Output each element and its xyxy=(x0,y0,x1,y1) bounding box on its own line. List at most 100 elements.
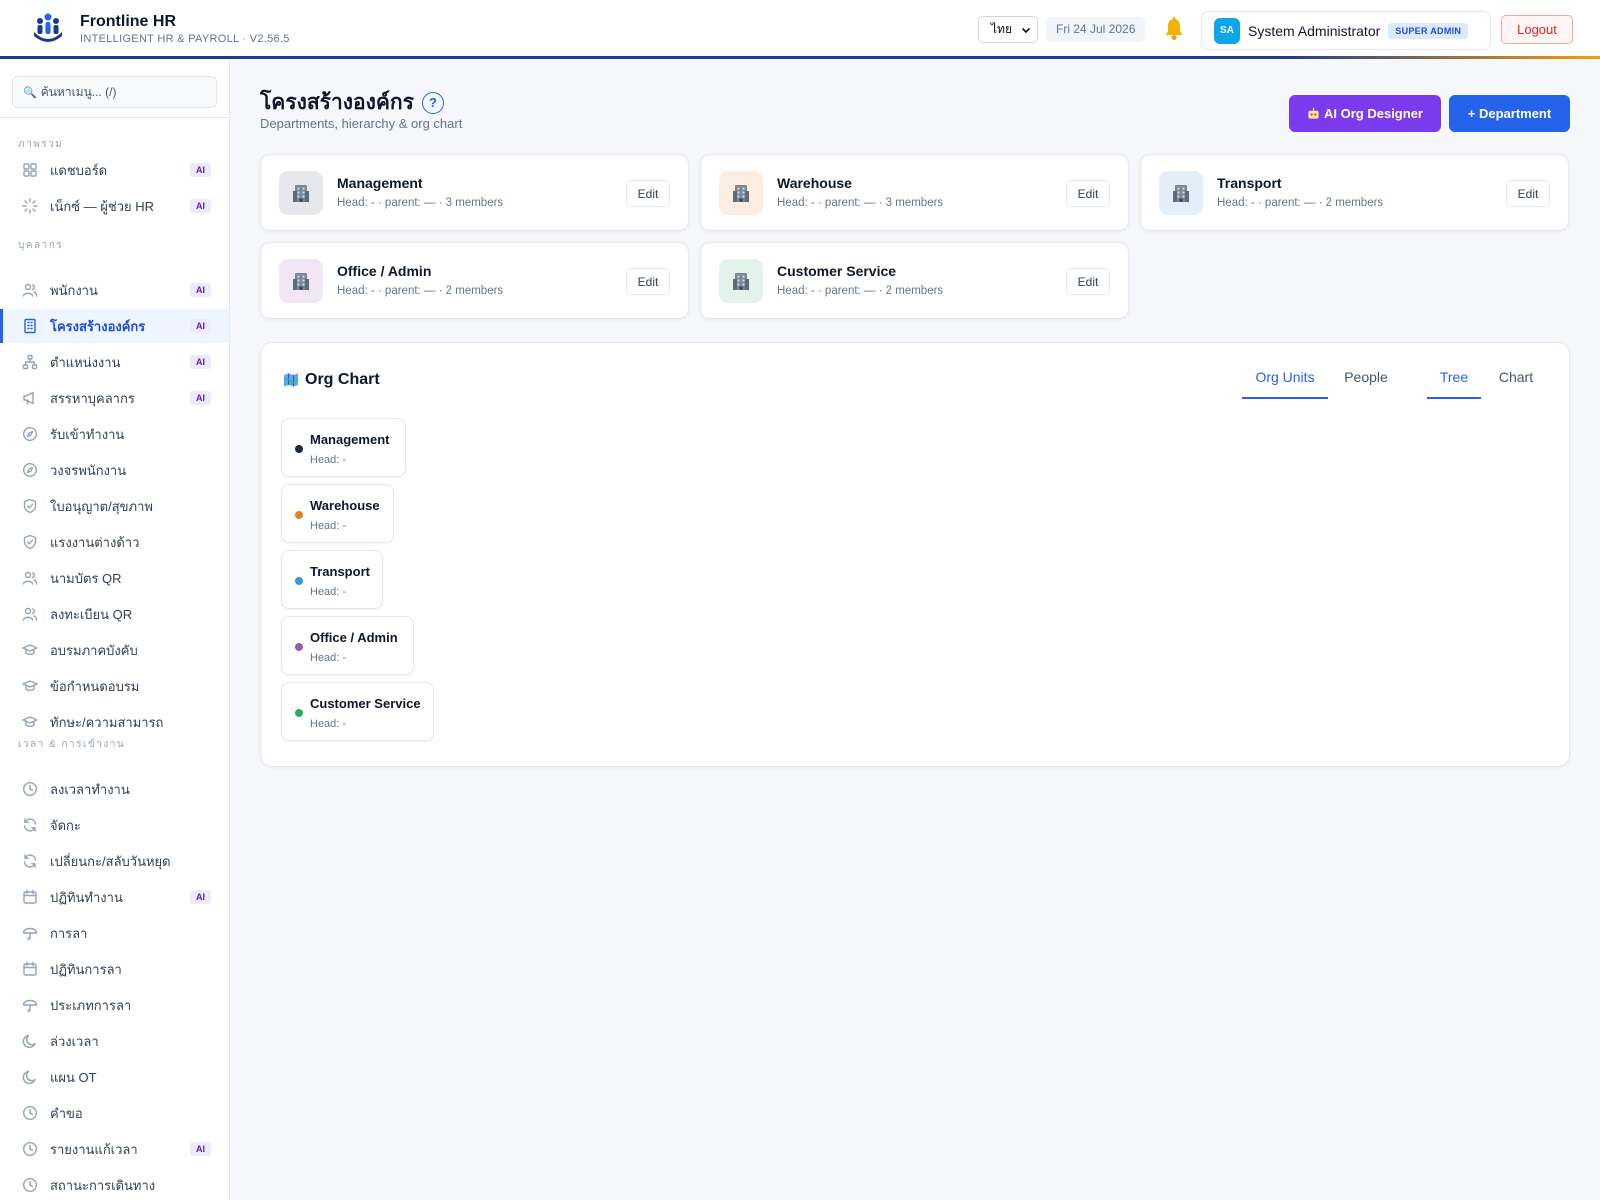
sidebar-item-label: คำขอ xyxy=(50,1105,83,1121)
user-menu[interactable]: SA System Administrator SUPER ADMIN xyxy=(1201,11,1491,50)
sidebar-item[interactable]: เน็กซ์ — ผู้ช่วย HR AI xyxy=(0,189,229,223)
tab-chart[interactable]: Chart xyxy=(1489,369,1543,399)
sidebar-item[interactable]: รับเข้าทำงาน xyxy=(0,417,229,451)
sidebar-item[interactable]: เปลี่ยนกะ/สลับวันหยุด xyxy=(0,844,229,878)
sidebar-item-label: เปลี่ยนกะ/สลับวันหยุด xyxy=(50,853,171,869)
sidebar-item[interactable]: การลา xyxy=(0,916,229,950)
sidebar-item-icon xyxy=(22,282,38,298)
sidebar-item-icon xyxy=(22,925,38,941)
bell-icon[interactable] xyxy=(1162,16,1186,42)
sidebar-item-label: วงจรพนักงาน xyxy=(50,462,127,478)
department-card[interactable]: Customer Service Head: - · parent: — · 2 … xyxy=(700,242,1129,319)
ai-org-designer-button[interactable]: AI Org Designer xyxy=(1289,95,1441,132)
edit-department-button[interactable]: Edit xyxy=(1066,180,1110,207)
sidebar-item[interactable]: รายงานแก้เวลา AI xyxy=(0,1132,229,1166)
tab-org-units[interactable]: Org Units xyxy=(1242,369,1328,399)
sidebar-item[interactable]: ลงทะเบียน QR xyxy=(0,597,229,631)
sidebar-item[interactable]: โครงสร้างองค์กร AI xyxy=(0,309,229,343)
sidebar-item-icon xyxy=(22,198,38,214)
sidebar-item[interactable]: จัดกะ xyxy=(0,808,229,842)
sidebar-item-icon xyxy=(22,853,38,869)
sidebar-item-icon xyxy=(22,961,38,977)
sidebar-item-label: รับเข้าทำงาน xyxy=(50,426,125,442)
ai-badge: AI xyxy=(190,163,211,177)
ai-badge: AI xyxy=(190,890,211,904)
sidebar-item[interactable]: ทักษะ/ความสามารถ xyxy=(0,705,229,739)
umbrella-icon xyxy=(22,927,38,940)
role-badge: SUPER ADMIN xyxy=(1388,22,1469,39)
sidebar-section-overview: ภาพรวม xyxy=(18,139,64,150)
ai-badge: AI xyxy=(190,391,211,405)
sidebar-item[interactable]: ใบอนุญาต/สุขภาพ xyxy=(0,489,229,523)
sidebar-item-icon xyxy=(22,1069,38,1085)
office-building-icon xyxy=(293,185,309,202)
edit-department-button[interactable]: Edit xyxy=(626,180,670,207)
department-card[interactable]: Warehouse Head: - · parent: — · 3 members… xyxy=(700,154,1129,231)
org-tree-node[interactable]: Transport Head: - xyxy=(281,550,383,609)
sidebar-item[interactable]: อบรมภาคบังคับ xyxy=(0,633,229,667)
sidebar-item[interactable]: ตำแหน่งงาน AI xyxy=(0,345,229,379)
sidebar-item-icon xyxy=(22,318,38,334)
sidebar-item-icon xyxy=(22,1177,38,1193)
brand[interactable]: Frontline HR INTELLIGENT HR & PAYROLL · … xyxy=(32,12,290,46)
sidebar-item[interactable]: ข้อกำหนดอบรม xyxy=(0,669,229,703)
sidebar-item[interactable]: ลงเวลาทำงาน xyxy=(0,772,229,806)
node-head: Head: - xyxy=(310,586,347,598)
sidebar-item[interactable]: พนักงาน AI xyxy=(0,273,229,307)
sidebar-item[interactable]: คำขอ xyxy=(0,1096,229,1130)
sidebar-item-icon xyxy=(22,714,38,730)
tab-people[interactable]: People xyxy=(1335,369,1397,399)
sidebar-item[interactable]: ประเภทการลา xyxy=(0,988,229,1022)
node-name: Warehouse xyxy=(310,498,380,513)
sidebar-item[interactable]: ปฏิทินการลา xyxy=(0,952,229,986)
help-icon[interactable]: ? xyxy=(421,91,444,114)
sidebar-item-icon xyxy=(22,354,38,370)
sidebar-item[interactable]: ล่วงเวลา xyxy=(0,1024,229,1058)
org-tree-node[interactable]: Customer Service Head: - xyxy=(281,682,434,741)
sidebar-item[interactable]: สรรหาบุคลากร AI xyxy=(0,381,229,415)
ai-badge: AI xyxy=(190,319,211,333)
org-chart-title-text: Org Chart xyxy=(305,371,380,388)
page-title-text: โครงสร้างองค์กร xyxy=(260,91,414,114)
sidebar-item[interactable]: ปฏิทินทำงาน AI xyxy=(0,880,229,914)
tab-tree[interactable]: Tree xyxy=(1427,369,1481,399)
menu-search-input[interactable]: 🔍 ค้นหาเมนู... (/) xyxy=(12,76,217,108)
department-card[interactable]: Office / Admin Head: - · parent: — · 2 me… xyxy=(260,242,689,319)
edit-department-button[interactable]: Edit xyxy=(626,268,670,295)
sidebar-item-icon xyxy=(22,1105,38,1121)
sidebar-item[interactable]: สถานะการเดินทาง xyxy=(0,1168,229,1200)
page-subtitle: Departments, hierarchy & org chart xyxy=(260,116,463,131)
edit-department-button[interactable]: Edit xyxy=(1066,268,1110,295)
add-department-button[interactable]: + Department xyxy=(1449,95,1570,132)
sidebar-item[interactable]: แผน OT xyxy=(0,1060,229,1094)
department-card[interactable]: Management Head: - · parent: — · 3 member… xyxy=(260,154,689,231)
sidebar-item-icon xyxy=(22,889,38,905)
department-meta: Head: - · parent: — · 3 members xyxy=(337,197,504,209)
node-color-dot xyxy=(295,445,303,453)
edit-department-button[interactable]: Edit xyxy=(1506,180,1550,207)
sidebar-item-label: พนักงาน xyxy=(50,282,98,298)
logout-button[interactable]: Logout xyxy=(1501,15,1573,44)
department-card[interactable]: Transport Head: - · parent: — · 2 members… xyxy=(1140,154,1569,231)
ai-badge: AI xyxy=(190,355,211,369)
sidebar-item[interactable]: วงจรพนักงาน xyxy=(0,453,229,487)
node-color-dot xyxy=(295,577,303,585)
sidebar-item-label: ใบอนุญาต/สุขภาพ xyxy=(50,498,153,514)
building-icon xyxy=(24,318,36,334)
sidebar-item[interactable]: นามบัตร QR xyxy=(0,561,229,595)
sidebar-item[interactable]: แดชบอร์ด AI xyxy=(0,153,229,187)
department-icon xyxy=(1159,171,1203,215)
sidebar-item-icon xyxy=(22,781,38,797)
language-select[interactable]: ไทย xyxy=(978,16,1038,43)
clock-icon xyxy=(22,1105,38,1121)
org-tree-node[interactable]: Office / Admin Head: - xyxy=(281,616,414,675)
divider xyxy=(0,117,229,118)
sidebar-item-label: โครงสร้างองค์กร xyxy=(50,318,146,334)
node-head: Head: - xyxy=(310,652,347,664)
org-tree-node[interactable]: Warehouse Head: - xyxy=(281,484,394,543)
department-icon xyxy=(279,259,323,303)
department-meta: Head: - · parent: — · 2 members xyxy=(1217,197,1384,209)
org-tree-node[interactable]: Management Head: - xyxy=(281,418,406,477)
sidebar-item[interactable]: แรงงานต่างด้าว xyxy=(0,525,229,559)
department-name: Office / Admin xyxy=(337,263,432,279)
